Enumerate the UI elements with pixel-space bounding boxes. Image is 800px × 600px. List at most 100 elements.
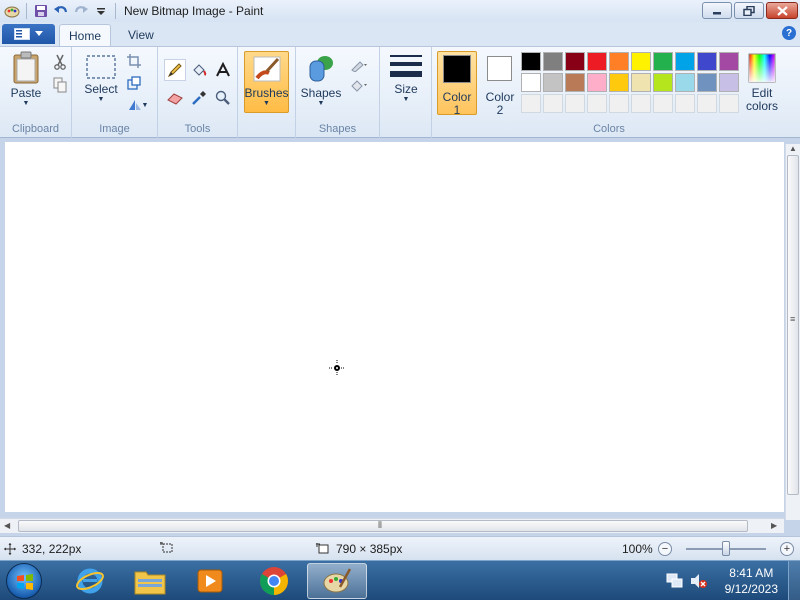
palette-swatch[interactable] — [697, 52, 717, 71]
palette-swatch[interactable] — [543, 94, 563, 113]
horizontal-grip-icon: ⦀ — [378, 520, 382, 530]
palette-swatch[interactable] — [719, 52, 739, 71]
clock[interactable]: 8:41 AM 9/12/2023 — [725, 565, 778, 597]
window-title: New Bitmap Image - Paint — [124, 4, 264, 18]
palette-swatch[interactable] — [609, 52, 629, 71]
size-button[interactable]: Size ▼ — [386, 55, 426, 103]
select-icon — [86, 55, 116, 79]
horizontal-scroll-thumb[interactable] — [18, 520, 748, 532]
chrome-button[interactable] — [248, 563, 300, 599]
palette-swatch[interactable] — [653, 73, 673, 92]
clock-time: 8:41 AM — [729, 566, 774, 580]
palette-swatch[interactable] — [631, 73, 651, 92]
palette-swatch[interactable] — [697, 94, 717, 113]
zoom-level-text: 100% — [622, 542, 653, 556]
palette-swatch[interactable] — [543, 73, 563, 92]
paint-taskbar-button[interactable] — [307, 563, 367, 599]
magnifier-icon[interactable] — [212, 87, 234, 109]
eraser-icon[interactable] — [164, 87, 186, 109]
palette-swatch[interactable] — [631, 94, 651, 113]
tab-home[interactable]: Home — [59, 24, 111, 46]
copy-icon[interactable] — [50, 75, 70, 95]
file-explorer-button[interactable] — [124, 563, 176, 599]
palette-swatch[interactable] — [719, 73, 739, 92]
paste-button[interactable]: Paste ▼ — [6, 51, 46, 107]
vertical-scrollbar[interactable]: ▲ ≡ — [785, 144, 800, 520]
paint-menu-button[interactable] — [2, 24, 55, 44]
palette-swatch[interactable] — [653, 94, 673, 113]
palette-swatch[interactable] — [587, 94, 607, 113]
taskbar: 8:41 AM 9/12/2023 — [0, 560, 800, 600]
pencil-icon[interactable] — [164, 59, 186, 81]
redo-icon[interactable] — [71, 1, 91, 21]
image-group-label: Image — [99, 123, 130, 135]
window-controls — [702, 2, 798, 19]
close-button[interactable] — [766, 2, 798, 19]
select-dropdown-arrow: ▼ — [97, 96, 105, 103]
selection-size — [160, 542, 174, 554]
palette-swatch[interactable] — [587, 73, 607, 92]
palette-swatch[interactable] — [609, 73, 629, 92]
drawing-canvas[interactable] — [5, 142, 784, 512]
save-icon[interactable] — [31, 1, 51, 21]
scroll-left-arrow[interactable]: ◀ — [4, 521, 10, 530]
paint-icon — [323, 568, 352, 593]
restore-button[interactable] — [734, 2, 764, 19]
horizontal-scrollbar[interactable]: ◀ ⦀ ▶ — [0, 518, 784, 533]
start-button[interactable] — [6, 563, 42, 599]
volume-muted-icon[interactable] — [690, 573, 708, 592]
paint-app-icon[interactable] — [2, 1, 22, 21]
image-group: Select ▼ ▼ Image — [72, 47, 158, 138]
palette-swatch[interactable] — [697, 73, 717, 92]
color-picker-icon[interactable] — [188, 87, 210, 109]
crop-icon[interactable] — [124, 51, 144, 71]
media-player-icon — [197, 569, 223, 593]
palette-swatch[interactable] — [521, 52, 541, 71]
customize-qat-icon[interactable] — [91, 1, 111, 21]
zoom-out-button[interactable]: − — [658, 542, 672, 556]
palette-swatch[interactable] — [587, 52, 607, 71]
palette-swatch[interactable] — [675, 94, 695, 113]
cut-icon[interactable] — [50, 52, 70, 72]
color2-button[interactable]: Color 2 — [480, 89, 520, 117]
rotate-icon[interactable]: ▼ — [124, 95, 152, 115]
vertical-scroll-thumb[interactable] — [787, 155, 799, 495]
edit-colors-button[interactable]: Edit colors — [742, 53, 782, 113]
palette-swatch[interactable] — [631, 52, 651, 71]
palette-swatch[interactable] — [565, 52, 585, 71]
scroll-right-arrow[interactable]: ▶ — [771, 521, 777, 530]
internet-explorer-button[interactable] — [64, 563, 116, 599]
palette-swatch[interactable] — [521, 73, 541, 92]
palette-swatch[interactable] — [675, 52, 695, 71]
palette-swatch[interactable] — [565, 73, 585, 92]
show-desktop-button[interactable] — [788, 561, 800, 600]
size-icon — [390, 55, 422, 77]
media-player-button[interactable] — [184, 563, 236, 599]
zoom-in-button[interactable]: + — [780, 542, 794, 556]
palette-swatch[interactable] — [675, 73, 695, 92]
outline-icon[interactable] — [346, 55, 372, 75]
help-icon[interactable]: ? — [782, 26, 796, 40]
minimize-button[interactable] — [702, 2, 732, 19]
select-button[interactable]: Select ▼ — [80, 53, 122, 103]
resize-icon[interactable] — [124, 73, 144, 93]
text-tool-icon[interactable] — [212, 59, 234, 81]
palette-swatch[interactable] — [565, 94, 585, 113]
scroll-up-arrow[interactable]: ▲ — [789, 144, 797, 153]
palette-swatch[interactable] — [521, 94, 541, 113]
fill-icon[interactable] — [188, 59, 210, 81]
network-icon[interactable] — [666, 573, 684, 592]
palette-swatch[interactable] — [543, 52, 563, 71]
palette-swatch[interactable] — [719, 94, 739, 113]
brush-icon — [253, 56, 280, 82]
paste-label: Paste — [10, 86, 42, 100]
zoom-slider-thumb[interactable] — [722, 541, 730, 556]
shapes-button[interactable]: Shapes ▼ — [300, 53, 342, 107]
palette-swatch[interactable] — [653, 52, 673, 71]
undo-icon[interactable] — [51, 1, 71, 21]
color2-swatch[interactable] — [487, 56, 512, 81]
fill-shape-icon[interactable] — [346, 75, 372, 95]
tab-view[interactable]: View — [116, 24, 166, 46]
size-dropdown-arrow: ▼ — [402, 96, 410, 103]
palette-swatch[interactable] — [609, 94, 629, 113]
